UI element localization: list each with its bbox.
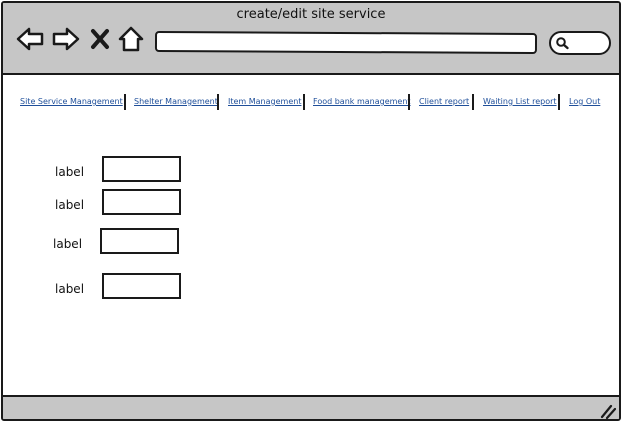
stop-button[interactable]	[89, 24, 111, 54]
back-button[interactable]	[15, 24, 45, 54]
top-navigation-menu: Site Service Management Shelter Manageme…	[3, 93, 619, 115]
menu-separator	[472, 94, 474, 110]
menu-link-item-management[interactable]: Item Management	[228, 97, 301, 106]
text-field-3[interactable]	[100, 228, 179, 254]
home-button[interactable]	[117, 24, 145, 54]
search-button[interactable]	[549, 31, 611, 55]
menu-link-site-service-management[interactable]: Site Service Management	[20, 97, 123, 106]
close-icon	[91, 29, 109, 49]
menu-link-log-out[interactable]: Log Out	[569, 97, 600, 106]
field-label-4: label	[55, 282, 85, 296]
window-title: create/edit site service	[236, 7, 386, 22]
field-label-1: label	[55, 165, 85, 179]
address-bar[interactable]	[154, 31, 538, 54]
menu-separator	[408, 94, 410, 110]
field-label-3: label	[53, 237, 83, 251]
home-icon	[118, 26, 144, 52]
menu-link-shelter-management[interactable]: Shelter Management	[134, 97, 218, 106]
menu-link-client-report[interactable]: Client report	[419, 97, 469, 106]
forward-button[interactable]	[51, 24, 81, 54]
browser-toolbar: create/edit site service	[3, 3, 619, 75]
menu-separator	[217, 94, 219, 110]
arrow-right-icon	[52, 27, 80, 51]
browser-window: create/edit site service Site Service Ma…	[1, 1, 621, 421]
status-bar	[3, 395, 619, 419]
text-field-1[interactable]	[102, 156, 181, 182]
text-field-4[interactable]	[102, 273, 181, 299]
field-label-2: label	[55, 198, 85, 212]
resize-grip[interactable]	[598, 401, 617, 419]
resize-handle-icon	[600, 404, 617, 419]
search-icon	[556, 37, 569, 50]
arrow-left-icon	[16, 27, 44, 51]
text-field-2[interactable]	[102, 189, 181, 215]
menu-separator	[303, 94, 305, 110]
menu-link-waiting-list-report[interactable]: Waiting List report	[483, 97, 557, 106]
menu-separator	[124, 94, 126, 110]
menu-separator	[558, 94, 560, 110]
menu-link-food-bank-management[interactable]: Food bank management	[313, 97, 411, 106]
